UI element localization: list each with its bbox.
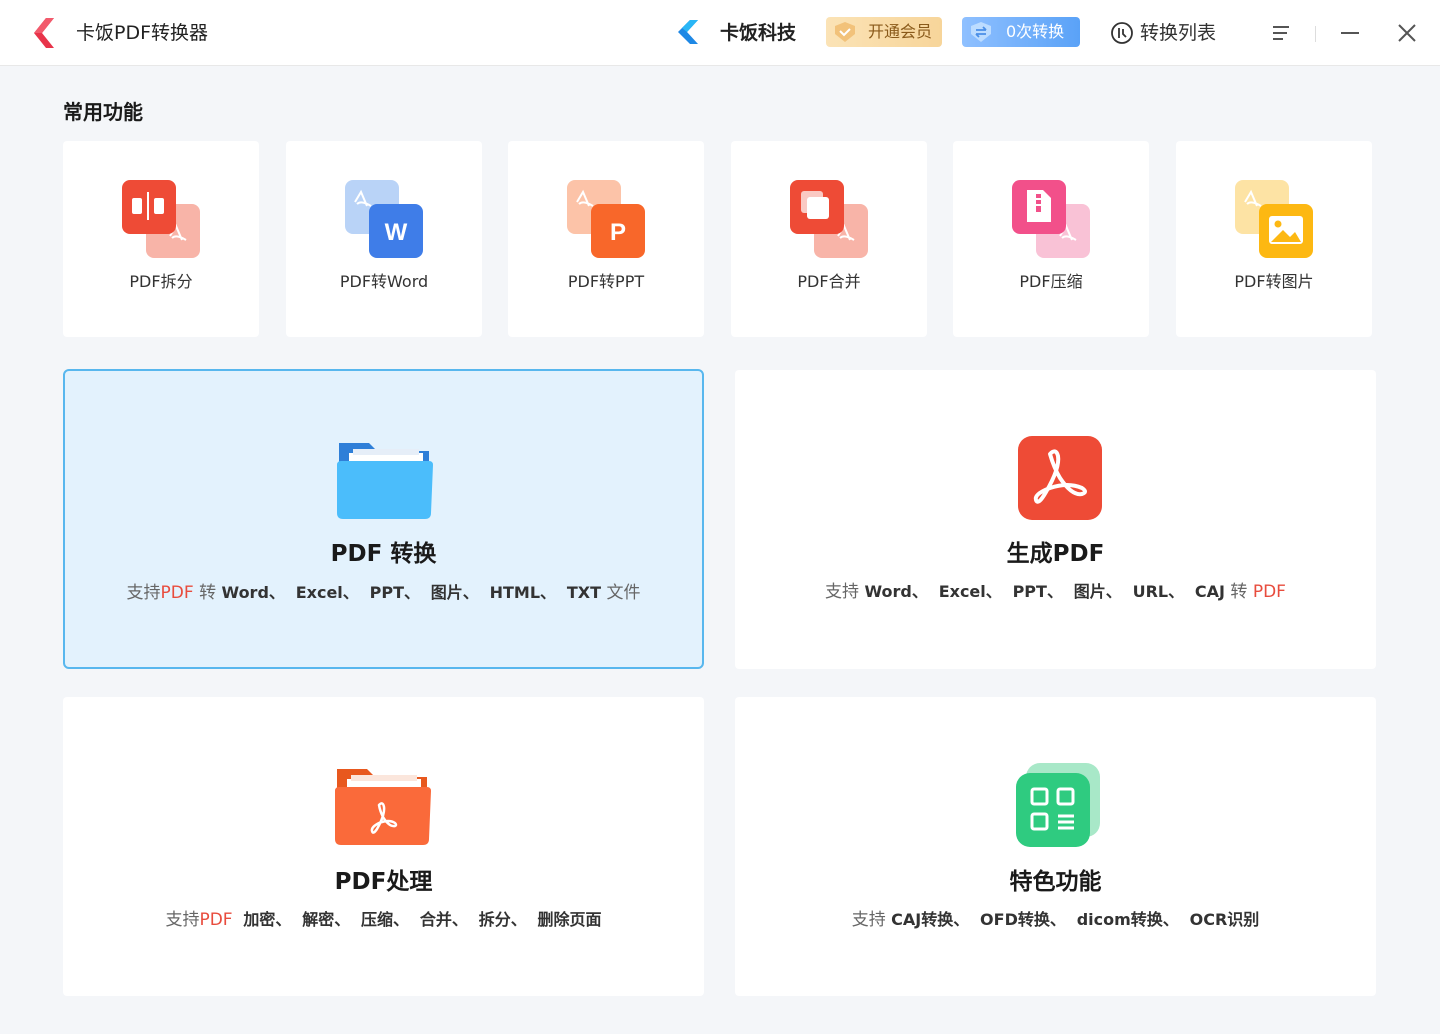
- app-title: 卡饭PDF转换器: [76, 22, 209, 44]
- card-title: PDF处理: [334, 869, 433, 895]
- acrobat-pdf-icon: [1018, 436, 1102, 520]
- tool-label: PDF转图片: [1234, 272, 1314, 291]
- pdf-to-image-icon: [1235, 180, 1313, 258]
- tool-card-pdf-to-image[interactable]: PDF转图片: [1176, 141, 1372, 337]
- crown-icon: [835, 22, 855, 42]
- tool-card-pdf-to-word[interactable]: W PDF转Word: [286, 141, 482, 337]
- title-bar: 卡饭PDF转换器 卡饭科技 开通会员 0次转换 转换列表: [0, 0, 1440, 66]
- tool-label: PDF转PPT: [567, 272, 645, 291]
- pdf-compress-icon: [1012, 180, 1090, 258]
- tool-label: PDF压缩: [1019, 272, 1083, 291]
- card-pdf-process[interactable]: PDF处理 支持PDF 加密、 解密、 压缩、 合并、 拆分、 删除页面: [63, 697, 704, 996]
- card-description: 支持PDF 转 Word、 Excel、 PPT、 图片、 HTML、 TXT …: [126, 583, 641, 603]
- card-create-pdf[interactable]: 生成PDF 支持 Word、 Excel、 PPT、 图片、 URL、 CAJ …: [735, 370, 1376, 669]
- exchange-icon: [971, 22, 991, 42]
- card-title: PDF 转换: [330, 541, 437, 567]
- brand-logo-icon: [678, 20, 698, 44]
- orange-pdf-folder-icon: [335, 769, 431, 845]
- pdf-merge-icon: [790, 180, 868, 258]
- card-description: 支持PDF 加密、 解密、 压缩、 合并、 拆分、 删除页面: [165, 910, 602, 930]
- close-icon[interactable]: [1394, 20, 1420, 46]
- svg-text:W: W: [385, 219, 408, 246]
- divider: [1315, 26, 1316, 42]
- card-special-features[interactable]: 特色功能 支持 CAJ转换、 OFD转换、 dicom转换、 OCR识别: [735, 697, 1376, 996]
- pdf-to-word-icon: W: [345, 180, 423, 258]
- conversion-list-label: 转换列表: [1140, 22, 1217, 44]
- pdf-to-ppt-icon: P: [567, 180, 645, 258]
- blue-folder-icon: [337, 443, 433, 519]
- card-pdf-convert[interactable]: PDF 转换 支持PDF 转 Word、 Excel、 PPT、 图片、 HTM…: [63, 369, 704, 669]
- tool-card-pdf-merge[interactable]: PDF合并: [731, 141, 927, 337]
- tool-card-pdf-split[interactable]: PDF拆分: [63, 141, 259, 337]
- card-description: 支持 Word、 Excel、 PPT、 图片、 URL、 CAJ 转 PDF: [825, 582, 1286, 602]
- tool-card-pdf-compress[interactable]: PDF压缩: [953, 141, 1149, 337]
- vip-button[interactable]: 开通会员: [826, 17, 942, 47]
- conversion-count-button[interactable]: 0次转换: [962, 17, 1080, 47]
- tool-label: PDF拆分: [129, 272, 193, 291]
- vip-button-label: 开通会员: [868, 22, 933, 41]
- svg-text:P: P: [610, 219, 626, 246]
- conversion-count-label: 0次转换: [1006, 22, 1065, 41]
- tool-label: PDF转Word: [339, 272, 429, 291]
- brand-name: 卡饭科技: [720, 22, 797, 44]
- tool-card-pdf-to-ppt[interactable]: P PDF转PPT: [508, 141, 704, 337]
- section-title: 常用功能: [63, 100, 143, 124]
- card-title: 生成PDF: [1006, 541, 1105, 567]
- feature-grid-icon: [1016, 763, 1100, 847]
- app-logo-icon: [34, 18, 54, 48]
- menu-icon[interactable]: [1268, 20, 1294, 46]
- pdf-split-icon: [122, 180, 200, 258]
- card-title: 特色功能: [1009, 869, 1102, 895]
- minimize-icon[interactable]: [1337, 20, 1363, 46]
- tool-label: PDF合并: [797, 272, 861, 291]
- list-clock-icon: [1111, 22, 1133, 44]
- card-description: 支持 CAJ转换、 OFD转换、 dicom转换、 OCR识别: [851, 910, 1260, 930]
